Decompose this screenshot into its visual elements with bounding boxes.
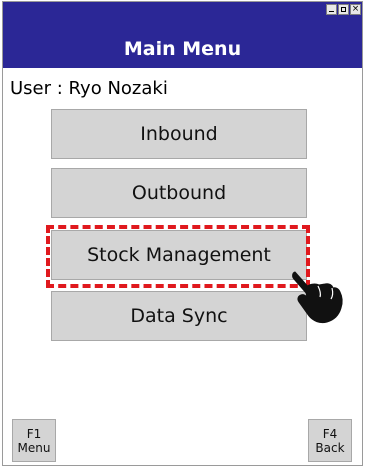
tap-hand-icon [292, 271, 343, 324]
user-label: User : Ryo Nozaki [10, 78, 168, 99]
title-bar: × Main Menu [3, 2, 362, 68]
page-title: Main Menu [123, 38, 242, 60]
f1-menu-key[interactable]: F1 Menu [12, 419, 56, 462]
minimize-icon[interactable] [326, 4, 337, 15]
maximize-icon[interactable] [338, 4, 349, 15]
stock-management-button[interactable]: Stock Management [51, 230, 307, 280]
data-sync-button[interactable]: Data Sync [51, 291, 307, 341]
inbound-button[interactable]: Inbound [51, 109, 307, 159]
f4-action-label: Back [315, 440, 345, 455]
f4-back-key[interactable]: F4 Back [308, 419, 352, 462]
close-icon[interactable]: × [350, 4, 361, 15]
window-controls: × [326, 4, 361, 15]
handheld-screen: × Main Menu User : Ryo Nozaki Inbound Ou… [2, 1, 363, 466]
f1-key-label: F1 [26, 426, 42, 441]
f4-key-label: F4 [322, 426, 338, 441]
f1-action-label: Menu [17, 440, 51, 455]
outbound-button[interactable]: Outbound [51, 168, 307, 218]
